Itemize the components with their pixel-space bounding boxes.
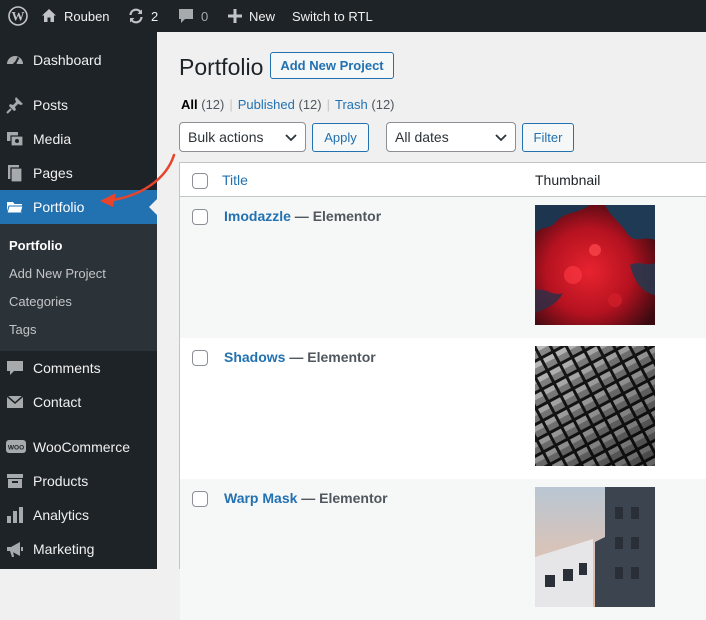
- add-new-project-button[interactable]: Add New Project: [270, 52, 394, 79]
- sidebar-item-label: Products: [33, 473, 89, 489]
- column-thumbnail: Thumbnail: [535, 172, 601, 188]
- site-name-link[interactable]: Rouben: [40, 0, 110, 32]
- row-post-state: Elementor: [312, 208, 382, 224]
- sidebar-item-media[interactable]: Media: [0, 122, 157, 156]
- plus-icon: [227, 8, 243, 24]
- sidebar-item-dashboard[interactable]: Dashboard: [0, 43, 157, 77]
- comment-icon: [177, 7, 195, 25]
- sidebar-item-comments[interactable]: Comments: [0, 351, 157, 385]
- admin-bar: W Rouben 2 0 New Switch to RTL: [0, 0, 706, 32]
- portfolio-submenu: Portfolio Add New Project Categories Tag…: [0, 224, 157, 351]
- sidebar-item-label: WooCommerce: [33, 439, 130, 455]
- chart-icon: [6, 506, 24, 524]
- thumbnail-image[interactable]: [535, 487, 655, 607]
- table-row: Warp Mask — Elementor: [180, 479, 706, 620]
- column-title[interactable]: Title: [222, 172, 248, 188]
- archive-icon: [6, 472, 24, 490]
- posts-table: Title Thumbnail Imodazzle — Elementor Sh…: [179, 162, 706, 620]
- main-content: Portfolio Add New Project All (12) | Publi…: [157, 32, 706, 620]
- dates-select[interactable]: All dates: [386, 122, 516, 152]
- table-row: Shadows — Elementor: [180, 338, 706, 479]
- woo-icon: WOO: [6, 438, 26, 456]
- row-checkbox[interactable]: [192, 350, 208, 366]
- updates-icon: [127, 7, 145, 25]
- comments-link[interactable]: 0: [177, 0, 208, 32]
- sidebar-item-label: Comments: [33, 360, 101, 376]
- switch-rtl-link[interactable]: Switch to RTL: [292, 0, 373, 32]
- chevron-down-icon: [285, 134, 297, 142]
- bulk-actions-value: Bulk actions: [188, 129, 264, 145]
- sidebar-item-label: Pages: [33, 165, 73, 181]
- comment-icon: [6, 359, 24, 377]
- sidebar-item-label: Media: [33, 131, 72, 147]
- pin-icon: [6, 96, 24, 114]
- sidebar-item-label: Portfolio: [33, 199, 85, 215]
- row-title-link[interactable]: Warp Mask: [224, 490, 297, 506]
- sidebar-item-label: Analytics: [33, 507, 90, 523]
- sidebar-item-portfolio[interactable]: Portfolio: [0, 190, 157, 224]
- sidebar-item-products[interactable]: Products: [0, 464, 157, 498]
- sidebar-item-label: Marketing: [33, 541, 95, 557]
- switch-rtl-label: Switch to RTL: [292, 8, 373, 24]
- row-title: Imodazzle — Elementor: [224, 208, 382, 224]
- updates-link[interactable]: 2: [127, 0, 158, 32]
- chevron-down-icon: [495, 134, 507, 142]
- row-title: Shadows — Elementor: [224, 349, 376, 365]
- status-filter-links: All (12) | Published (12) | Trash (12): [181, 97, 395, 112]
- row-title-link[interactable]: Shadows: [224, 349, 285, 365]
- page-title: Portfolio: [179, 54, 264, 80]
- sidebar-item-label: Contact: [33, 394, 82, 410]
- sidebar-item-woocommerce[interactable]: WOO WooCommerce: [0, 430, 157, 464]
- select-all-checkbox[interactable]: [192, 173, 208, 189]
- row-title: Warp Mask — Elementor: [224, 490, 388, 506]
- row-checkbox[interactable]: [192, 209, 208, 225]
- filter-trash[interactable]: Trash (12): [335, 97, 395, 112]
- row-checkbox[interactable]: [192, 491, 208, 507]
- mail-icon: [6, 393, 24, 411]
- submenu-item-categories[interactable]: Categories: [9, 294, 72, 310]
- comments-count: 0: [201, 8, 209, 24]
- dates-value: All dates: [395, 129, 449, 145]
- new-label: New: [249, 8, 276, 24]
- sidebar-item-label: Dashboard: [33, 52, 102, 68]
- thumbnail-image[interactable]: [535, 205, 655, 325]
- sidebar-item-marketing[interactable]: Marketing: [0, 532, 157, 566]
- row-title-link[interactable]: Imodazzle: [224, 208, 291, 224]
- pages-icon: [6, 164, 24, 183]
- admin-sidebar: Dashboard Posts Media Pages Portfolio Po…: [0, 32, 157, 569]
- folder-icon: [6, 198, 24, 216]
- table-row: Imodazzle — Elementor: [180, 197, 706, 338]
- updates-count: 2: [151, 8, 159, 24]
- home-icon: [40, 7, 58, 25]
- megaphone-icon: [6, 540, 24, 558]
- table-header: Title Thumbnail: [180, 163, 706, 197]
- site-name: Rouben: [64, 8, 110, 24]
- sidebar-item-posts[interactable]: Posts: [0, 88, 157, 122]
- filter-published[interactable]: Published (12): [238, 97, 322, 112]
- filter-button[interactable]: Filter: [522, 123, 574, 152]
- row-post-state: Elementor: [307, 349, 376, 365]
- apply-button[interactable]: Apply: [312, 123, 369, 152]
- submenu-item-tags[interactable]: Tags: [9, 322, 36, 338]
- media-icon: [6, 130, 24, 148]
- wordpress-logo-icon[interactable]: W: [8, 0, 28, 32]
- dashboard-icon: [6, 51, 24, 69]
- row-post-state: Elementor: [319, 490, 388, 506]
- thumbnail-image[interactable]: [535, 346, 655, 466]
- bulk-actions-select[interactable]: Bulk actions: [179, 122, 306, 152]
- submenu-item-portfolio[interactable]: Portfolio: [9, 238, 62, 254]
- sidebar-item-label: Posts: [33, 97, 69, 113]
- sidebar-item-analytics[interactable]: Analytics: [0, 498, 157, 532]
- svg-text:W: W: [12, 9, 25, 24]
- svg-text:WOO: WOO: [8, 445, 24, 452]
- filter-all[interactable]: All (12): [181, 97, 224, 112]
- submenu-item-add-new-project[interactable]: Add New Project: [9, 266, 106, 282]
- sidebar-item-contact[interactable]: Contact: [0, 385, 157, 419]
- new-content-link[interactable]: New: [227, 0, 275, 32]
- sidebar-item-pages[interactable]: Pages: [0, 156, 157, 190]
